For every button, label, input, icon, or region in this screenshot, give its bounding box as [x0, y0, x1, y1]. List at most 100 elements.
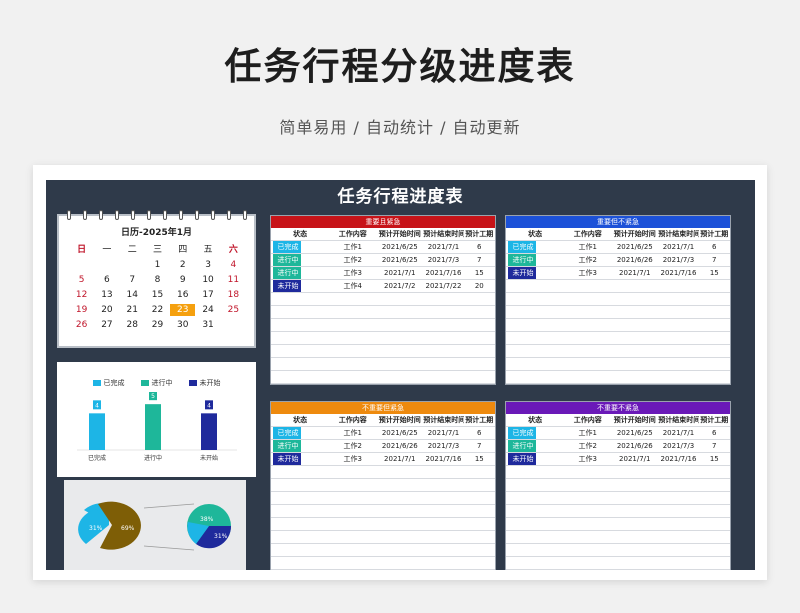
table-cell: [699, 306, 730, 318]
calendar-day[interactable]: 18: [221, 289, 246, 301]
calendar-day[interactable]: 14: [120, 289, 145, 301]
calendar-day[interactable]: 19: [69, 304, 94, 316]
calendar-day[interactable]: 11: [221, 274, 246, 286]
legend-label: 未开始: [199, 379, 221, 387]
calendar-day[interactable]: 10: [195, 274, 220, 286]
table-row[interactable]: [506, 557, 730, 570]
table-cell: [376, 544, 423, 556]
table-row[interactable]: [271, 466, 495, 479]
table-row[interactable]: [506, 306, 730, 319]
table-row[interactable]: [506, 518, 730, 531]
calendar-day[interactable]: 8: [145, 274, 170, 286]
calendar-day[interactable]: 22: [145, 304, 170, 316]
table-row[interactable]: [271, 518, 495, 531]
calendar-day[interactable]: 4: [221, 259, 246, 271]
calendar-day[interactable]: 28: [120, 319, 145, 331]
column-header: 预计开始时间: [378, 416, 421, 424]
table-row[interactable]: 进行中 工作2 2021/6/26 2021/7/3 7: [271, 440, 495, 453]
preview-card: 任务行程进度表 日历-2025年1月 日一二三四五六 1 2 3 4 5 6 7 8 9 10 11 1…: [33, 165, 767, 580]
table-row[interactable]: [506, 466, 730, 479]
table-row[interactable]: [271, 544, 495, 557]
table-row[interactable]: [271, 492, 495, 505]
table-row[interactable]: [506, 492, 730, 505]
table-row[interactable]: [271, 293, 495, 306]
table-row[interactable]: [506, 544, 730, 557]
table-row[interactable]: 进行中 工作2 2021/6/25 2021/7/3 7: [271, 254, 495, 267]
table-row[interactable]: [271, 332, 495, 345]
calendar-day[interactable]: 12: [69, 289, 94, 301]
calendar-day[interactable]: 25: [221, 304, 246, 316]
table-row[interactable]: [271, 479, 495, 492]
table-row[interactable]: 进行中 工作2 2021/6/26 2021/7/3 7: [506, 440, 730, 453]
table-row[interactable]: [271, 345, 495, 358]
table-row[interactable]: 已完成 工作1 2021/6/25 2021/7/1 6: [271, 427, 495, 440]
table-row[interactable]: [506, 358, 730, 371]
table-row[interactable]: [506, 531, 730, 544]
table-row[interactable]: 已完成 工作1 2021/6/25 2021/7/1 6: [506, 427, 730, 440]
calendar-rings: [67, 210, 247, 220]
calendar-day[interactable]: 1: [145, 259, 170, 271]
calendar-day[interactable]: 3: [195, 259, 220, 271]
calendar-day[interactable]: 30: [170, 319, 195, 331]
calendar-day[interactable]: 17: [195, 289, 220, 301]
calendar-day[interactable]: 27: [94, 319, 119, 331]
table-cell: [423, 371, 463, 383]
calendar-day[interactable]: 31: [195, 319, 220, 331]
column-header: 预计工期: [465, 230, 494, 238]
table-row[interactable]: [506, 371, 730, 384]
table-cell: [329, 557, 376, 569]
table-row[interactable]: 已完成 工作1 2021/6/25 2021/7/1 6: [506, 241, 730, 254]
table-header-row: 状态 工作内容 预计开始时间 预计结束时间 预计工期: [271, 228, 495, 241]
table-row[interactable]: [506, 280, 730, 293]
table-row[interactable]: 未开始 工作3 2021/7/1 2021/7/16 15: [506, 267, 730, 280]
table-row[interactable]: [271, 306, 495, 319]
table-row[interactable]: 进行中 工作3 2021/7/1 2021/7/16 15: [271, 267, 495, 280]
table-cell: [376, 492, 423, 504]
table-row[interactable]: [271, 371, 495, 384]
table-row[interactable]: [506, 293, 730, 306]
table-row[interactable]: [506, 505, 730, 518]
table-row[interactable]: [506, 479, 730, 492]
table-cell: [658, 466, 698, 478]
table-row[interactable]: [271, 319, 495, 332]
calendar-day[interactable]: 26: [69, 319, 94, 331]
table-row[interactable]: 未开始 工作3 2021/7/1 2021/7/16 15: [271, 453, 495, 466]
table-cell: [699, 479, 730, 491]
calendar-day[interactable]: 23: [170, 304, 196, 316]
table-cell: [464, 544, 495, 556]
calendar-day[interactable]: 13: [94, 289, 119, 301]
table-row[interactable]: [271, 505, 495, 518]
table-cell: [329, 505, 376, 517]
calendar-day[interactable]: 21: [120, 304, 145, 316]
table-cell: 15: [474, 455, 484, 463]
bar-1: [145, 404, 161, 450]
calendar-day[interactable]: 24: [195, 304, 220, 316]
calendar-day[interactable]: 20: [94, 304, 119, 316]
table-row[interactable]: 已完成 工作1 2021/6/25 2021/7/1 6: [271, 241, 495, 254]
table-row[interactable]: [271, 557, 495, 570]
calendar-day[interactable]: 7: [120, 274, 145, 286]
status-cell: 未开始: [271, 280, 329, 292]
status-bar-chart: 已完成 进行中 未开始 4 已完成 5 进行中 4 未开始: [57, 362, 256, 477]
table-title: 不重要不紧急: [506, 402, 730, 414]
table-row[interactable]: 未开始 工作3 2021/7/1 2021/7/16 15: [506, 453, 730, 466]
calendar-day[interactable]: 6: [94, 274, 119, 286]
table-cell: 15: [709, 455, 719, 463]
table-row[interactable]: [506, 332, 730, 345]
table-cell: 2021/7/22: [425, 282, 462, 290]
table-cell: [464, 531, 495, 543]
calendar-day[interactable]: 29: [145, 319, 170, 331]
table-row[interactable]: [271, 531, 495, 544]
calendar-day[interactable]: 16: [170, 289, 195, 301]
calendar-day[interactable]: 2: [170, 259, 195, 271]
calendar-day[interactable]: 9: [170, 274, 195, 286]
table-row[interactable]: [506, 319, 730, 332]
table-row[interactable]: [506, 345, 730, 358]
calendar-day[interactable]: 15: [145, 289, 170, 301]
table-row[interactable]: 未开始 工作4 2021/7/2 2021/7/22 20: [271, 280, 495, 293]
calendar-day[interactable]: 5: [69, 274, 94, 286]
table-important-not-urgent: 重要但不紧急 状态 工作内容 预计开始时间 预计结束时间 预计工期 已完成 工作1 2021/6…: [505, 215, 731, 385]
status-cell: [271, 319, 329, 331]
table-row[interactable]: [271, 358, 495, 371]
table-row[interactable]: 进行中 工作2 2021/6/26 2021/7/3 7: [506, 254, 730, 267]
